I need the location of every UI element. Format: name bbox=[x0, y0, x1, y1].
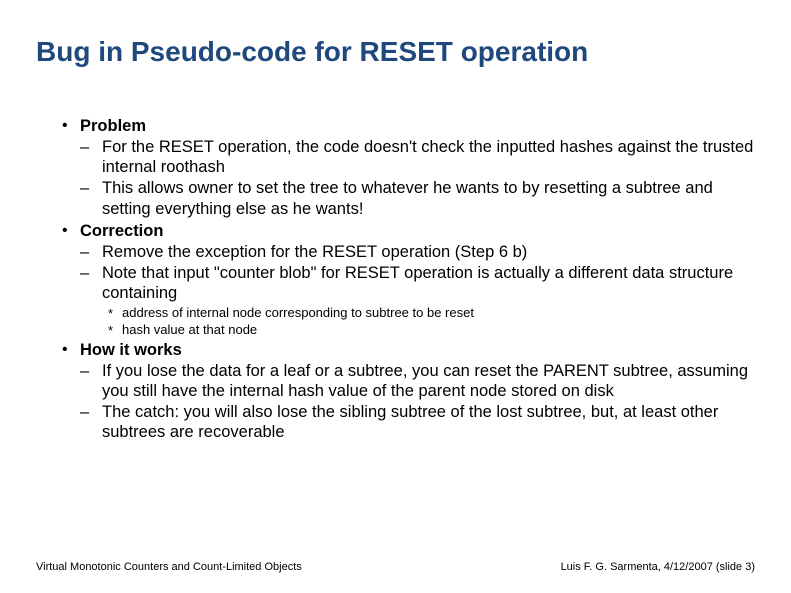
bullet-howitworks: How it works If you lose the data for a … bbox=[62, 340, 755, 443]
sub-list: If you lose the data for a leaf or a sub… bbox=[80, 361, 755, 443]
subsub-text: address of internal node corresponding t… bbox=[122, 305, 474, 320]
sub-text: The catch: you will also lose the siblin… bbox=[102, 403, 718, 441]
sub-text: This allows owner to set the tree to wha… bbox=[102, 179, 713, 217]
sub-text: Remove the exception for the RESET opera… bbox=[102, 243, 527, 261]
bullet-label: Problem bbox=[80, 117, 146, 135]
slide: Bug in Pseudo-code for RESET operation P… bbox=[0, 0, 791, 593]
slide-title: Bug in Pseudo-code for RESET operation bbox=[36, 36, 755, 68]
sub-text: Note that input "counter blob" for RESET… bbox=[102, 264, 733, 302]
sub-list: For the RESET operation, the code doesn'… bbox=[80, 137, 755, 219]
subsub-text: hash value at that node bbox=[122, 322, 257, 337]
sub-item: For the RESET operation, the code doesn'… bbox=[80, 137, 755, 177]
bullet-problem: Problem For the RESET operation, the cod… bbox=[62, 116, 755, 219]
bullet-correction: Correction Remove the exception for the … bbox=[62, 221, 755, 338]
sub-item: The catch: you will also lose the siblin… bbox=[80, 402, 755, 442]
footer-left: Virtual Monotonic Counters and Count-Lim… bbox=[36, 561, 302, 573]
bullet-label: Correction bbox=[80, 222, 163, 240]
sub-item: Note that input "counter blob" for RESET… bbox=[80, 263, 755, 338]
footer-right: Luis F. G. Sarmenta, 4/12/2007 (slide 3) bbox=[561, 561, 755, 573]
subsub-item: address of internal node corresponding t… bbox=[108, 305, 755, 321]
bullet-label: How it works bbox=[80, 341, 182, 359]
sub-text: If you lose the data for a leaf or a sub… bbox=[102, 362, 748, 400]
bullet-list: Problem For the RESET operation, the cod… bbox=[62, 116, 755, 442]
slide-footer: Virtual Monotonic Counters and Count-Lim… bbox=[36, 561, 755, 573]
sub-item: Remove the exception for the RESET opera… bbox=[80, 242, 755, 262]
subsub-item: hash value at that node bbox=[108, 322, 755, 338]
sub-item: This allows owner to set the tree to wha… bbox=[80, 178, 755, 218]
sub-list: Remove the exception for the RESET opera… bbox=[80, 242, 755, 338]
subsub-list: address of internal node corresponding t… bbox=[102, 305, 755, 338]
sub-item: If you lose the data for a leaf or a sub… bbox=[80, 361, 755, 401]
sub-text: For the RESET operation, the code doesn'… bbox=[102, 138, 753, 176]
slide-content: Problem For the RESET operation, the cod… bbox=[36, 116, 755, 442]
